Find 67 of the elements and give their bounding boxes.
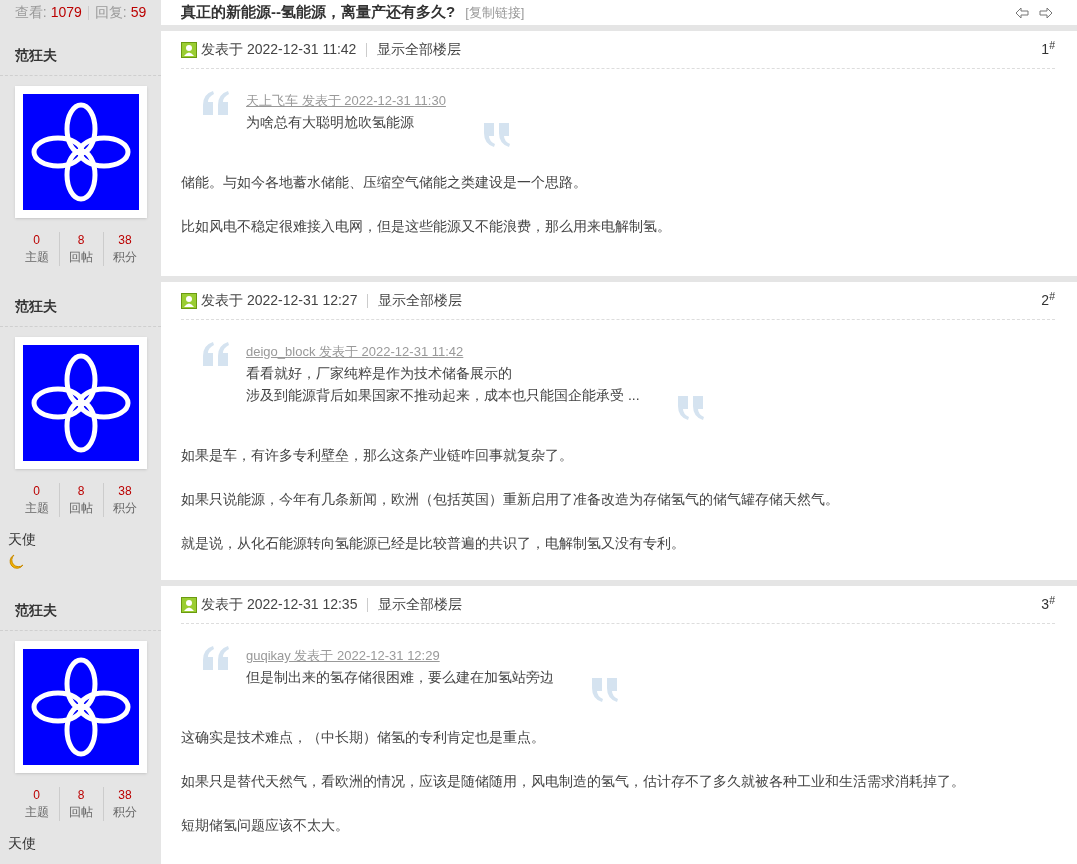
stat-value[interactable]: 0 [33,787,40,803]
show-all-floors-link[interactable]: 显示全部楼层 [378,594,463,615]
stat-label: 主题 [24,804,49,821]
open-quote-icon [201,646,231,670]
quote-text: 但是制出来的氢存储很困难，要么建在加氢站旁边 [246,668,554,687]
post-paragraph: 这确实是技术难点，（中长期）储氢的专利肯定也是重点。 [181,728,546,747]
quote-source-link[interactable]: 天上飞车 发表于 2022-12-31 11:30 [246,91,446,111]
stat-label: 主题 [24,500,49,517]
flower-avatar-icon[interactable] [23,94,139,210]
next-arrow-icon[interactable] [1039,6,1053,19]
author-name[interactable]: 范狂夫 [15,298,57,314]
post-paragraph: 如果只说能源，今年有几条新闻，欧洲（包括英国）重新启用了准备改造为存储氢气的储气罐存储天然气。 [181,490,840,509]
user-rank: 天使 [8,834,37,853]
previous-arrow-icon[interactable] [1015,6,1029,19]
open-quote-icon [201,342,231,366]
quote-text: 看看就好，厂家纯粹是作为技术储备展示的 [246,364,513,383]
views-count: 1079 [50,3,82,22]
copy-link[interactable]: [复制链接] [465,2,525,23]
thread-title: 真正的新能源--氢能源，离量产还有多久? [181,2,456,23]
stat-value[interactable]: 38 [118,787,132,803]
quote-source-link[interactable]: guqikay 发表于 2022-12-31 12:29 [246,646,554,666]
user-rank: 天使 [8,530,37,549]
quote-text: 涉及到能源背后如果国家不推动起来，成本也只能国企能承受 ... [246,386,640,405]
stat-label: 回帖 [69,500,93,517]
flower-avatar-icon[interactable] [23,649,139,765]
flower-avatar-icon[interactable] [23,345,139,461]
user-icon [181,596,197,613]
user-icon [181,41,197,58]
author-name[interactable]: 范狂夫 [15,602,57,618]
author-name[interactable]: 范狂夫 [15,47,57,63]
stat-value[interactable]: 38 [118,232,132,248]
stat-value[interactable]: 8 [77,483,85,499]
open-quote-icon [201,91,231,115]
floor-number[interactable]: 3$^{#}$ [1041,594,1055,615]
post-date: 发表于 2022-12-31 12:35 [201,595,358,614]
post-date: 发表于 2022-12-31 11:42 [201,40,357,59]
post-paragraph: 储能。与如今各地蓄水储能、压缩空气储能之类建设是一个思路。 [181,173,588,192]
show-all-floors-link[interactable]: 显示全部楼层 [377,39,462,60]
post-paragraph: 如果只是替代天然气，看欧洲的情况，应该是随储随用，风电制造的氢气，估计存不了多久就被各种工业和生活需求消耗掉了。 [181,772,966,791]
stat-label: 积分 [113,500,137,517]
post-date: 发表于 2022-12-31 12:27 [201,291,358,310]
post-paragraph: 比如风电不稳定很难接入电网，但是这些能源又不能浪费，那么用来电解制氢。 [181,217,672,236]
user-icon [181,292,197,309]
floor-number[interactable]: 2$^{#}$ [1041,290,1055,311]
replies-label: 回复: [94,3,127,22]
close-quote-icon [481,123,512,147]
stat-label: 积分 [113,804,137,821]
stat-value[interactable]: 8 [77,787,85,803]
stat-label: 主题 [24,249,49,266]
quote-source-link[interactable]: deigo_block 发表于 2022-12-31 11:42 [246,342,640,362]
replies-count: 59 [130,3,147,22]
post-paragraph: 短期储氢问题应该不太大。 [181,816,350,835]
post-paragraph: 就是说，从化石能源转向氢能源已经是比较普遍的共识了，电解制氢又没有专利。 [181,534,686,553]
stat-value[interactable]: 0 [33,232,40,248]
stat-label: 积分 [113,249,137,266]
close-quote-icon [675,396,706,420]
stat-label: 回帖 [69,804,93,821]
stat-value[interactable]: 38 [118,483,132,499]
floor-number[interactable]: 1$^{#}$ [1041,39,1055,60]
views-label: 查看: [14,3,47,22]
show-all-floors-link[interactable]: 显示全部楼层 [378,290,463,311]
close-quote-icon [590,678,620,702]
stat-value[interactable]: 8 [77,232,85,248]
stat-label: 回帖 [69,249,93,266]
quote-text: 为啥总有大聪明尬吹氢能源 [246,113,415,132]
post-paragraph: 如果是车，有许多专利壁垒，那么这条产业链咋回事就复杂了。 [181,446,574,465]
stat-value[interactable]: 0 [33,483,40,499]
